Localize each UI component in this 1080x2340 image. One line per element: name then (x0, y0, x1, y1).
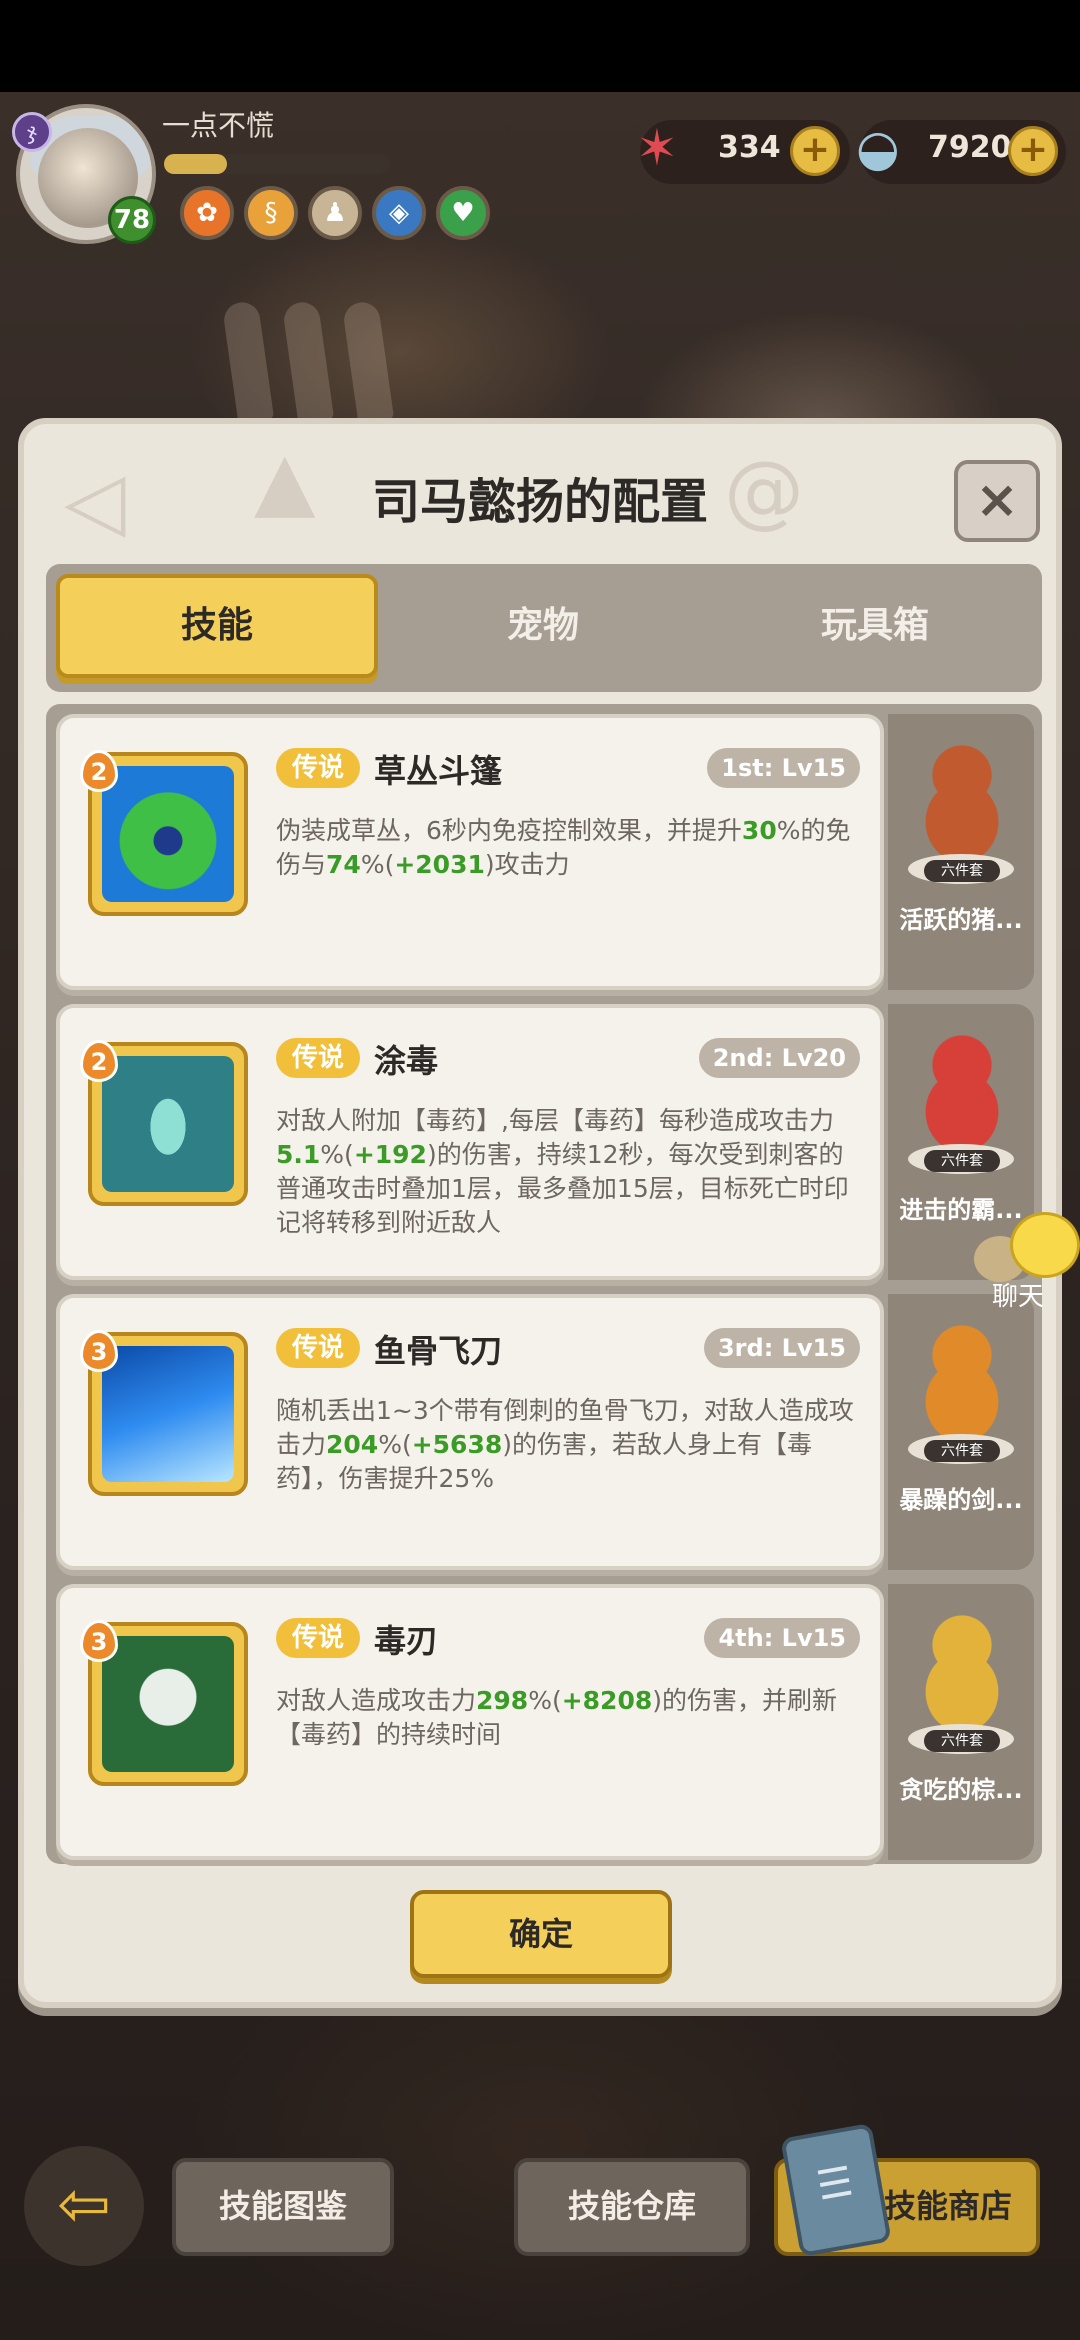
skill-star-badge: 2 (80, 1040, 118, 1082)
status-bar-area (0, 0, 1080, 92)
skill-description: 随机丢出1~3个带有倒刺的鱼骨飞刀，对敌人造成攻击力204%(+5638)的伤害… (276, 1394, 866, 1496)
close-button[interactable]: × (954, 460, 1040, 542)
skill-description: 对敌人造成攻击力298%(+8208)的伤害，并刷新【毒药】的持续时间 (276, 1684, 866, 1752)
player-name: 一点不慌 (162, 109, 275, 142)
starfish-icon: ✶ (636, 119, 678, 177)
pet-set-tag: 六件套 (924, 1150, 1000, 1172)
skill-card[interactable]: 2 传说 涂毒 2nd: Lv20 对敌人附加【毒药】,每层【毒药】每秒造成攻击力 5.1… (56, 1004, 884, 1280)
skill-description-text: %( (528, 1686, 562, 1715)
skill-name: 毒刃 (374, 1622, 439, 1660)
loadout-panel: ◁ ▲ @ 司马懿扬的配置 × 技能 宠物 玩具箱 2 传说 草丛斗篷 1st: Lv… (18, 418, 1062, 2008)
skill-codex-button[interactable]: 技能图鉴 (172, 2158, 394, 2256)
skill-stat-value: 74 (326, 850, 361, 879)
rarity-tag: 传说 (276, 1618, 361, 1658)
skill-card[interactable]: 2 传说 草丛斗篷 1st: Lv15 伪装成草丛，6秒内免疫控制效果，并提升30%的免… (56, 714, 884, 990)
skill-description-text: 对敌人造成攻击力 (276, 1686, 477, 1715)
rarity-tag: 传说 (276, 1038, 361, 1078)
skill-stat-value: 298 (476, 1686, 529, 1715)
coin-rune-icon[interactable]: § (244, 186, 298, 240)
skill-stat-value: 30 (741, 816, 777, 845)
skill-star-badge: 3 (80, 1620, 118, 1662)
skill-slot-level: 2nd: Lv20 (698, 1038, 860, 1078)
skill-slot-level: 3rd: Lv15 (703, 1328, 860, 1368)
skill-name: 草丛斗篷 (374, 752, 503, 790)
pet-card[interactable]: 六件套活跃的猪... (888, 714, 1034, 990)
boar-pet-icon (912, 736, 1012, 866)
chat-label[interactable]: 聊天 (992, 1276, 1044, 1313)
cat-warrior-pet-icon (912, 1316, 1012, 1446)
skill-description: 伪装成草丛，6秒内免疫控制效果，并提升30%的免伤与74%(+2031)攻击力 (276, 814, 866, 882)
fishbone-knife-icon (102, 1346, 234, 1482)
shield-blue-icon[interactable]: ◈ (372, 186, 426, 240)
pet-card[interactable]: 六件套暴躁的剑... (888, 1294, 1034, 1570)
pet-set-tag: 六件套 (924, 860, 1000, 882)
bush-cloak-icon (102, 766, 234, 902)
dino-pet-icon (912, 1026, 1012, 1156)
starfish-value: 334 (718, 130, 781, 165)
skill-stat-value: +2031 (394, 850, 485, 879)
panel-title: 司马懿扬的配置 (371, 474, 708, 530)
bg-claw-decoration (221, 300, 275, 424)
paw-orange-icon[interactable]: ✿ (180, 186, 234, 240)
skill-description-text: 对敌人附加【毒药】,每层【毒药】每秒造成攻击力 (276, 1106, 834, 1135)
back-arrow-button[interactable]: ⇦ (24, 2146, 144, 2266)
skill-card[interactable]: 3 传说 毒刃 4th: Lv15 对敌人造成攻击力298%(+8208)的伤害，并刷新… (56, 1584, 884, 1860)
rarity-tag: 传说 (276, 748, 361, 788)
skill-shop-label: 技能商店 (884, 2187, 1013, 2225)
pet-name: 暴躁的剑... (899, 1486, 1023, 1514)
skill-description-text: %( (320, 1140, 354, 1169)
skill-stat-value: +192 (353, 1140, 427, 1169)
skill-star-badge: 3 (80, 1330, 118, 1372)
add-shell-button[interactable]: + (1008, 126, 1058, 176)
tab-bar: 技能 宠物 玩具箱 (46, 564, 1042, 692)
skill-description-text: %( (378, 1430, 412, 1459)
poison-skull-icon (102, 1636, 234, 1772)
bg-claw-decoration (281, 300, 335, 424)
bell-icon[interactable]: ♟ (308, 186, 362, 240)
pet-card[interactable]: 六件套贪吃的棕... (888, 1584, 1034, 1860)
add-starfish-button[interactable]: + (790, 126, 840, 176)
skill-storage-button[interactable]: 技能仓库 (514, 2158, 750, 2256)
skill-card[interactable]: 3 传说 鱼骨飞刀 3rd: Lv15 随机丢出1~3个带有倒刺的鱼骨飞刀，对敌人造成攻… (56, 1294, 884, 1570)
poison-drop-icon (102, 1056, 234, 1192)
tab-toybox[interactable]: 玩具箱 (714, 574, 1036, 678)
chat-icon[interactable] (1010, 1212, 1080, 1278)
tab-pets[interactable]: 宠物 (382, 574, 704, 678)
skill-description-text: 伪装成草丛，6秒内免疫控制效果，并提升 (276, 816, 742, 845)
pet-name: 进击的霸... (899, 1196, 1023, 1224)
heart-green-icon[interactable]: ♥ (436, 186, 490, 240)
player-level-badge: 78 (108, 196, 156, 244)
shell-value: 7920 (928, 130, 1012, 165)
skill-star-badge: 2 (80, 750, 118, 792)
pet-set-tag: 六件套 (924, 1730, 1000, 1752)
pet-name: 活跃的猪... (899, 906, 1023, 934)
pet-set-tag: 六件套 (924, 1440, 1000, 1462)
skill-stat-value: 5.1 (276, 1140, 321, 1169)
skill-list: 2 传说 草丛斗篷 1st: Lv15 伪装成草丛，6秒内免疫控制效果，并提升30%的免… (46, 704, 1042, 1864)
xp-bar-fill (164, 154, 228, 174)
rarity-tag: 传说 (276, 1328, 361, 1368)
skill-stat-value: 204 (326, 1430, 379, 1459)
skill-description-text: )攻击力 (484, 850, 570, 879)
skill-stat-value: +5638 (411, 1430, 503, 1459)
skill-shop-button[interactable]: ☰ 技能商店 (774, 2122, 1040, 2258)
confirm-button[interactable]: 确定 (410, 1890, 672, 1978)
bee-bear-pet-icon (912, 1606, 1012, 1736)
skill-description-text: %( (360, 850, 395, 879)
bg-claw-decoration (341, 300, 395, 424)
skill-name: 涂毒 (374, 1042, 439, 1080)
tab-skills[interactable]: 技能 (56, 574, 378, 678)
shell-icon: ◒ (856, 119, 900, 177)
skill-description: 对敌人附加【毒药】,每层【毒药】每秒造成攻击力5.1%(+192)的伤害，持续1… (276, 1104, 866, 1240)
xp-bar (164, 154, 390, 174)
skill-stat-value: +8208 (561, 1686, 653, 1715)
skill-slot-level: 4th: Lv15 (704, 1618, 860, 1658)
pet-name: 贪吃的棕... (899, 1776, 1023, 1804)
class-badge-icon: ჯ (12, 112, 52, 152)
skill-name: 鱼骨飞刀 (374, 1332, 503, 1370)
skill-slot-level: 1st: Lv15 (707, 748, 860, 788)
